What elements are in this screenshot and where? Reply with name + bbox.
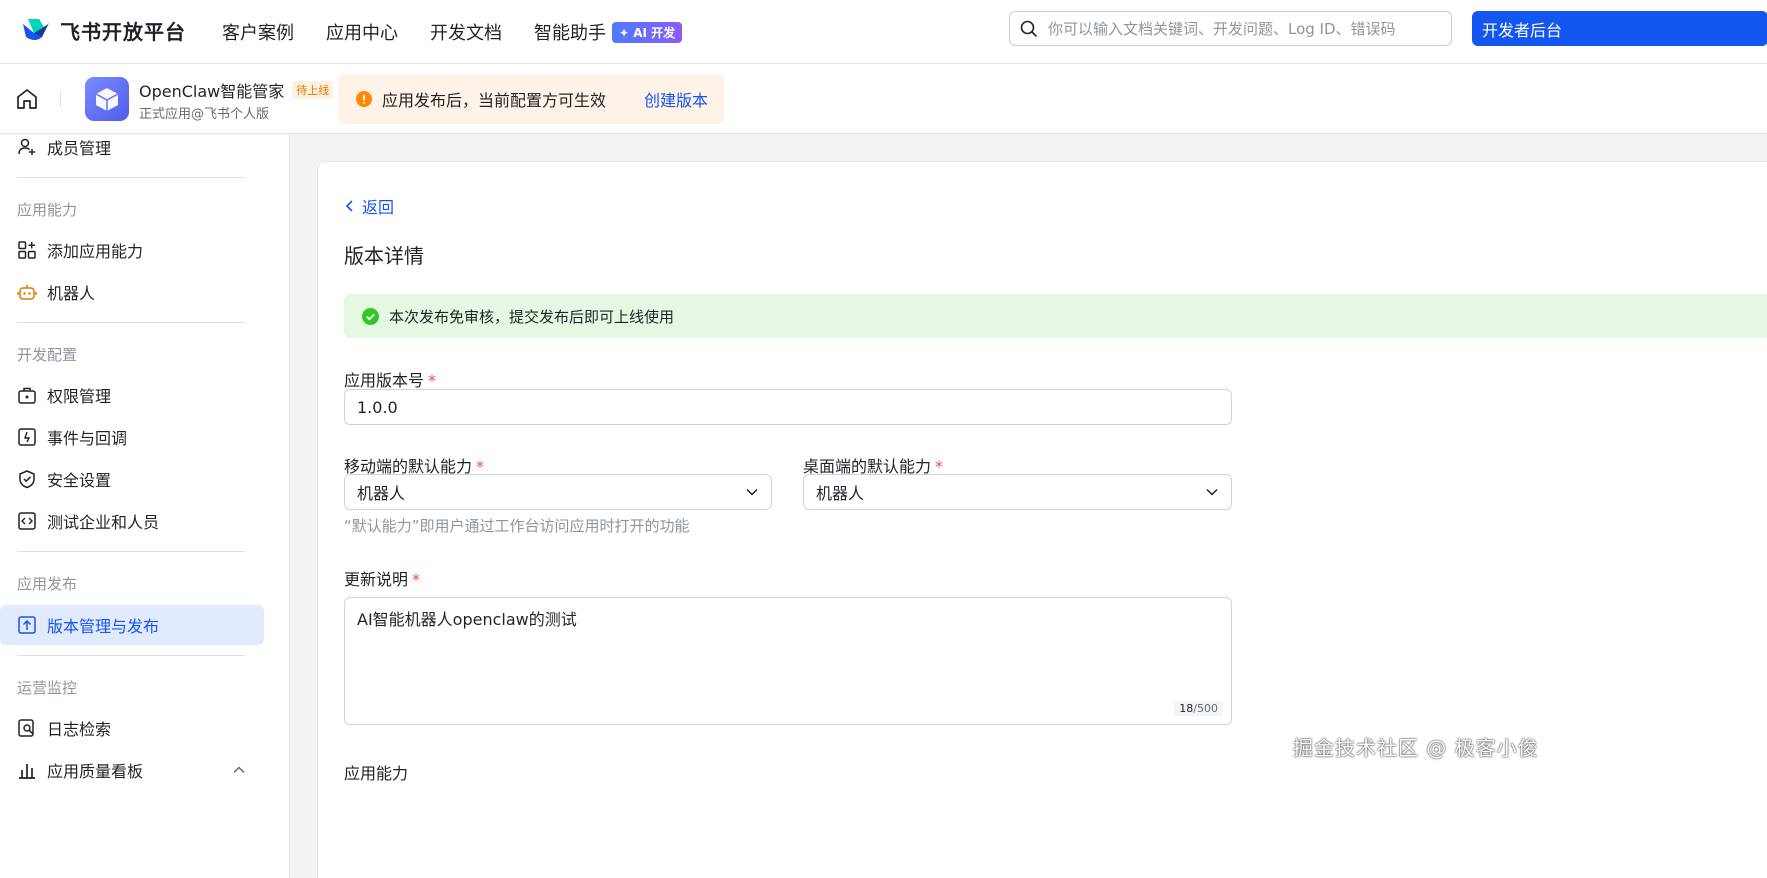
upload-box-icon bbox=[18, 616, 36, 634]
chevron-down-icon bbox=[1206, 488, 1218, 496]
feishu-logo-icon bbox=[23, 19, 49, 40]
search-input[interactable] bbox=[1048, 19, 1451, 38]
sidebar: 成员管理 应用能力 添加应用能力 机器人 开发配置 权限管理 事件与回调 安全设… bbox=[0, 135, 290, 878]
sidebar-item-quality-dashboard[interactable]: 应用质量看板 bbox=[0, 750, 264, 790]
app-avatar bbox=[85, 77, 129, 121]
sidebar-item-label: 日志检索 bbox=[47, 720, 112, 739]
watermark: 掘金技术社区 @ 极客小俊 bbox=[1293, 736, 1539, 760]
event-icon bbox=[18, 428, 36, 446]
success-text: 本次发布免审核，提交发布后即可上线使用 bbox=[389, 307, 675, 326]
sidebar-item-label: 安全设置 bbox=[47, 471, 112, 490]
group-ops-monitoring: 运营监控 bbox=[17, 679, 78, 697]
main-nav: 客户案例 应用中心 开发文档 智能助手 ✦ AI 开发 bbox=[222, 0, 683, 64]
desktop-default-select[interactable]: 机器人 bbox=[803, 474, 1232, 510]
success-notice: 本次发布免审核，提交发布后即可上线使用 bbox=[344, 294, 1767, 338]
status-badge: 待上线 bbox=[292, 81, 334, 99]
default-ability-hint: “默认能力”即用户通过工作台访问应用时打开的功能 bbox=[344, 517, 690, 535]
divider bbox=[17, 322, 245, 323]
char-max: /500 bbox=[1193, 702, 1218, 715]
label-text: 应用版本号 bbox=[344, 371, 425, 390]
required-mark: * bbox=[412, 570, 421, 589]
back-link[interactable]: 返回 bbox=[344, 194, 394, 218]
user-add-icon bbox=[18, 138, 35, 155]
cube-icon bbox=[95, 88, 119, 111]
search-icon bbox=[1020, 20, 1038, 37]
app-subtitle: 正式应用@飞书个人版 bbox=[139, 107, 270, 122]
top-navbar: 飞书开放平台 客户案例 应用中心 开发文档 智能助手 ✦ AI 开发 开发者后台 bbox=[0, 0, 1767, 64]
update-notes-textarea[interactable]: AI智能机器人openclaw的测试 18/500 bbox=[344, 597, 1232, 725]
group-app-publish: 应用发布 bbox=[17, 575, 78, 593]
version-number-label: 应用版本号 * bbox=[344, 367, 436, 391]
sidebar-item-member-management[interactable]: 成员管理 bbox=[0, 135, 264, 167]
group-dev-config: 开发配置 bbox=[17, 346, 78, 364]
sidebar-item-robot[interactable]: 机器人 bbox=[0, 272, 264, 312]
select-value: 机器人 bbox=[816, 484, 865, 503]
code-box-icon bbox=[18, 512, 36, 530]
shield-icon bbox=[19, 470, 35, 489]
sidebar-item-label: 机器人 bbox=[47, 284, 96, 303]
app-name: OpenClaw智能管家 待上线 bbox=[139, 78, 334, 102]
textarea-value: AI智能机器人openclaw的测试 bbox=[357, 610, 577, 629]
notice-text: 应用发布后，当前配置方可生效 bbox=[382, 91, 607, 110]
sidebar-item-label: 事件与回调 bbox=[47, 429, 128, 448]
app-ability-label: 应用能力 bbox=[344, 764, 409, 783]
ai-dev-badge: ✦ AI 开发 bbox=[612, 21, 683, 43]
nav-smart-assistant-label: 智能助手 bbox=[534, 23, 606, 44]
page-title: 版本详情 bbox=[344, 244, 424, 268]
create-version-link[interactable]: 创建版本 bbox=[644, 87, 708, 111]
version-number-input[interactable] bbox=[357, 397, 1219, 417]
chevron-left-icon bbox=[345, 200, 353, 212]
check-circle-icon bbox=[362, 307, 379, 325]
sidebar-item-test-org[interactable]: 测试企业和人员 bbox=[0, 501, 264, 541]
nav-app-center[interactable]: 应用中心 bbox=[326, 19, 398, 45]
char-counter: 18/500 bbox=[1174, 701, 1223, 716]
bar-chart-icon bbox=[19, 764, 35, 779]
search-box[interactable] bbox=[1009, 11, 1452, 46]
divider bbox=[17, 551, 245, 552]
sidebar-item-label: 版本管理与发布 bbox=[47, 617, 160, 636]
divider bbox=[60, 91, 61, 107]
update-notes-label: 更新说明 * bbox=[344, 566, 420, 590]
chevron-up-icon[interactable] bbox=[232, 763, 246, 777]
sidebar-item-log-search[interactable]: 日志检索 bbox=[0, 708, 264, 748]
log-search-icon bbox=[18, 719, 34, 737]
sidebar-item-label: 测试企业和人员 bbox=[47, 513, 160, 532]
sidebar-item-label: 成员管理 bbox=[47, 139, 112, 158]
divider bbox=[17, 655, 245, 656]
sidebar-item-label: 权限管理 bbox=[47, 387, 112, 406]
robot-icon bbox=[17, 285, 37, 300]
chevron-down-icon bbox=[746, 488, 758, 496]
warning-icon bbox=[356, 91, 372, 107]
select-value: 机器人 bbox=[357, 484, 406, 503]
home-icon[interactable] bbox=[14, 86, 40, 112]
nav-smart-assistant[interactable]: 智能助手 ✦ AI 开发 bbox=[534, 19, 683, 45]
required-mark: * bbox=[428, 371, 437, 390]
briefcase-lock-icon bbox=[18, 387, 36, 404]
sidebar-item-permissions[interactable]: 权限管理 bbox=[0, 375, 264, 415]
app-header: OpenClaw智能管家 待上线 正式应用@飞书个人版 应用发布后，当前配置方可… bbox=[0, 64, 1767, 134]
sidebar-item-label: 应用质量看板 bbox=[47, 762, 144, 781]
app-name-text: OpenClaw智能管家 bbox=[139, 82, 285, 101]
logo-text: 飞书开放平台 bbox=[60, 19, 186, 44]
sidebar-item-add-ability[interactable]: 添加应用能力 bbox=[0, 230, 264, 270]
nav-customer-cases[interactable]: 客户案例 bbox=[222, 19, 294, 45]
nav-dev-docs[interactable]: 开发文档 bbox=[430, 19, 502, 45]
sidebar-item-security[interactable]: 安全设置 bbox=[0, 459, 264, 499]
back-label: 返回 bbox=[362, 198, 395, 217]
version-number-field[interactable] bbox=[344, 389, 1232, 425]
sidebar-item-version-management[interactable]: 版本管理与发布 bbox=[0, 605, 264, 645]
mobile-default-select[interactable]: 机器人 bbox=[344, 474, 772, 510]
char-count: 18 bbox=[1179, 702, 1194, 715]
divider bbox=[17, 177, 245, 178]
sidebar-item-label: 添加应用能力 bbox=[47, 242, 144, 261]
sidebar-item-events[interactable]: 事件与回调 bbox=[0, 417, 264, 457]
label-text: 更新说明 bbox=[344, 570, 409, 589]
feishu-logo[interactable]: 飞书开放平台 bbox=[20, 15, 186, 45]
apps-grid-icon bbox=[18, 241, 36, 259]
developer-console-button[interactable]: 开发者后台 bbox=[1472, 11, 1767, 46]
group-app-ability: 应用能力 bbox=[17, 201, 78, 219]
publish-notice: 应用发布后，当前配置方可生效 创建版本 bbox=[338, 74, 724, 124]
